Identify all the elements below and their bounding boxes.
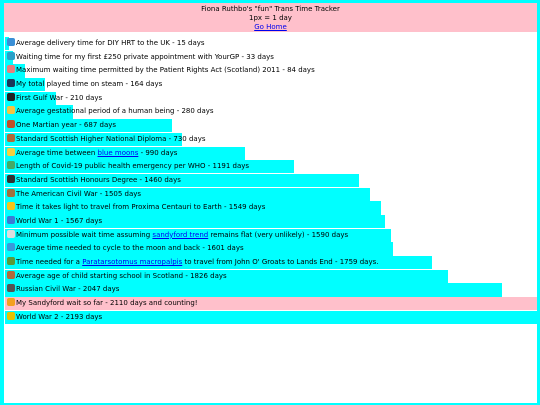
skull-icon xyxy=(7,229,15,238)
timeline-label-text: Time it takes light to travel from Proxi… xyxy=(16,203,266,212)
flag-icon xyxy=(7,284,15,293)
timeline-label-text: Average time between xyxy=(16,148,96,157)
timeline-row: Standard Scottish Honours Degree - 1460 … xyxy=(5,173,537,188)
timeline-label-text: Length of Covid-19 public health emergen… xyxy=(16,162,250,171)
timeline-label: Minimum possible wait time assuming sand… xyxy=(7,229,348,242)
timeline-label: My total played time on steam - 164 days xyxy=(7,78,162,91)
timeline-label-text: World War 2 - 2193 days xyxy=(16,312,103,321)
timeline-label: Length of Covid-19 public health emergen… xyxy=(7,160,249,173)
radioactive-icon xyxy=(7,311,15,320)
timeline-link[interactable]: sandyford trend xyxy=(152,231,208,239)
timeline-label-text: Average gestational period of a human be… xyxy=(16,107,214,116)
school-bag-icon xyxy=(7,270,15,279)
school-icon xyxy=(7,133,15,142)
timeline-row: One Martian year - 687 days xyxy=(5,119,537,133)
page-header: Fiona Ruthbo's "fun" Trans Time Tracker … xyxy=(4,3,537,32)
timeline-row: World War 2 - 2193 days xyxy=(5,310,537,325)
timeline-row: Average age of child starting school in … xyxy=(5,269,537,283)
steam-icon xyxy=(7,79,15,88)
cannon-icon xyxy=(7,188,15,197)
timeline-label: Time needed for a Paratarsotomus macropa… xyxy=(7,256,378,269)
bike-icon xyxy=(7,243,15,252)
timeline-label: One Martian year - 687 days xyxy=(7,119,116,132)
syringe-icon xyxy=(7,51,15,60)
timeline-label: Maximum waiting time permitted by the Pa… xyxy=(7,64,315,77)
timeline-label-text: World War 1 - 1567 days xyxy=(16,216,103,225)
tablet-icon xyxy=(7,38,15,46)
timeline-label: Average delivery time for DIY HRT to the… xyxy=(7,37,205,50)
mars-icon xyxy=(7,120,15,129)
timeline-label-text: Average age of child starting school in … xyxy=(16,271,227,280)
timeline-row: Maximum waiting time permitted by the Pa… xyxy=(5,64,537,78)
page-title: Fiona Ruthbo's "fun" Trans Time Tracker xyxy=(201,5,340,13)
timeline-label: Standard Scottish Honours Degree - 1460 … xyxy=(7,174,181,187)
timeline-row: Average time needed to cycle to the moon… xyxy=(5,242,537,256)
timeline-label: Average age of child starting school in … xyxy=(7,270,227,283)
timeline-row: Average delivery time for DIY HRT to the… xyxy=(5,37,537,51)
timeline-label: Average time between blue moons - 990 da… xyxy=(7,147,177,160)
timeline-label-suffix: - 990 days xyxy=(138,148,178,157)
timeline-label-text: Russian Civil War - 2047 days xyxy=(16,285,120,294)
timeline-row: Standard Scottish Higher National Diplom… xyxy=(5,132,537,147)
calendar-icon xyxy=(7,65,15,74)
timeline-label-text: First Gulf War - 210 days xyxy=(16,93,103,102)
baby-icon xyxy=(7,106,15,115)
timeline-row: Minimum possible wait time assuming sand… xyxy=(5,228,537,242)
mite-icon xyxy=(7,257,15,265)
timeline-row: The American Civil War - 1505 days xyxy=(5,187,537,201)
timeline-label-text: Standard Scottish Higher National Diplom… xyxy=(16,134,206,143)
timeline-label-text: My Sandyford wait so far - 2110 days and… xyxy=(16,299,198,308)
go-home-link[interactable]: Go Home xyxy=(254,23,287,31)
timeline-row: Length of Covid-19 public health emergen… xyxy=(5,160,537,174)
timeline-label-suffix: remains flat (very unlikely) - 1590 days xyxy=(208,230,349,239)
timeline-label-text: Average delivery time for DIY HRT to the… xyxy=(16,39,205,47)
timeline-label: World War 1 - 1567 days xyxy=(7,215,102,228)
timeline-list: Average delivery time for DIY HRT to the… xyxy=(5,37,537,325)
graduation-icon xyxy=(7,174,15,183)
timeline-label-text: Average time needed to cycle to the moon… xyxy=(16,244,244,253)
timeline-row: My total played time on steam - 164 days xyxy=(5,78,537,92)
moon-icon xyxy=(7,147,15,156)
timeline-row: Time needed for a Paratarsotomus macropa… xyxy=(5,256,537,270)
timeline-label: My Sandyford wait so far - 2110 days and… xyxy=(7,297,198,310)
timeline-label-text: One Martian year - 687 days xyxy=(16,121,117,130)
timeline-row: Waiting time for my first £250 private a… xyxy=(5,50,537,64)
timeline-row: Time it takes light to travel from Proxi… xyxy=(5,201,537,215)
timeline-label: Time it takes light to travel from Proxi… xyxy=(7,201,265,214)
timeline-label-text: Standard Scottish Honours Degree - 1460 … xyxy=(16,175,181,184)
timeline-label: Average time needed to cycle to the moon… xyxy=(7,242,244,255)
angry-face-icon xyxy=(7,298,15,307)
timeline-label: Waiting time for my first £250 private a… xyxy=(7,51,274,64)
timeline-label: The American Civil War - 1505 days xyxy=(7,188,141,201)
globe-icon xyxy=(7,215,15,224)
timeline-row: Average gestational period of a human be… xyxy=(5,105,537,119)
timeline-link[interactable]: Paratarsotomus macropalpis xyxy=(82,258,182,266)
timeline-label: Standard Scottish Higher National Diplom… xyxy=(7,133,205,146)
timeline-label: Russian Civil War - 2047 days xyxy=(7,283,119,296)
timeline-label-text: Minimum possible wait time assuming xyxy=(16,230,151,239)
timeline-label-text: The American Civil War - 1505 days xyxy=(16,189,142,198)
timeline-label: Average gestational period of a human be… xyxy=(7,105,214,118)
timeline-row: Average time between blue moons - 990 da… xyxy=(5,146,537,160)
virus-icon xyxy=(7,161,15,170)
timeline-label-text: My total played time on steam - 164 days xyxy=(16,80,163,89)
timeline-row: My Sandyford wait so far - 2110 days and… xyxy=(5,297,537,311)
timeline-row: World War 1 - 1567 days xyxy=(5,214,537,229)
timeline-label-text: Maximum waiting time permitted by the Pa… xyxy=(16,66,315,75)
timeline-label-suffix: to travel from John O' Groats to Lands E… xyxy=(182,258,379,266)
timeline-label: World War 2 - 2193 days xyxy=(7,311,102,324)
timeline-row: Russian Civil War - 2047 days xyxy=(5,283,537,297)
timeline-label: First Gulf War - 210 days xyxy=(7,92,102,105)
timeline-link[interactable]: blue moons xyxy=(98,149,139,157)
timeline-row: First Gulf War - 210 days xyxy=(5,91,537,106)
timeline-label-text: Time needed for a xyxy=(16,258,80,266)
timeline-label-text: Waiting time for my first £250 private a… xyxy=(16,52,274,61)
star-icon xyxy=(7,202,15,211)
flag-icon xyxy=(7,92,15,101)
page-container: Fiona Ruthbo's "fun" Trans Time Tracker … xyxy=(4,3,537,403)
scale-note: 1px = 1 day xyxy=(249,14,292,22)
